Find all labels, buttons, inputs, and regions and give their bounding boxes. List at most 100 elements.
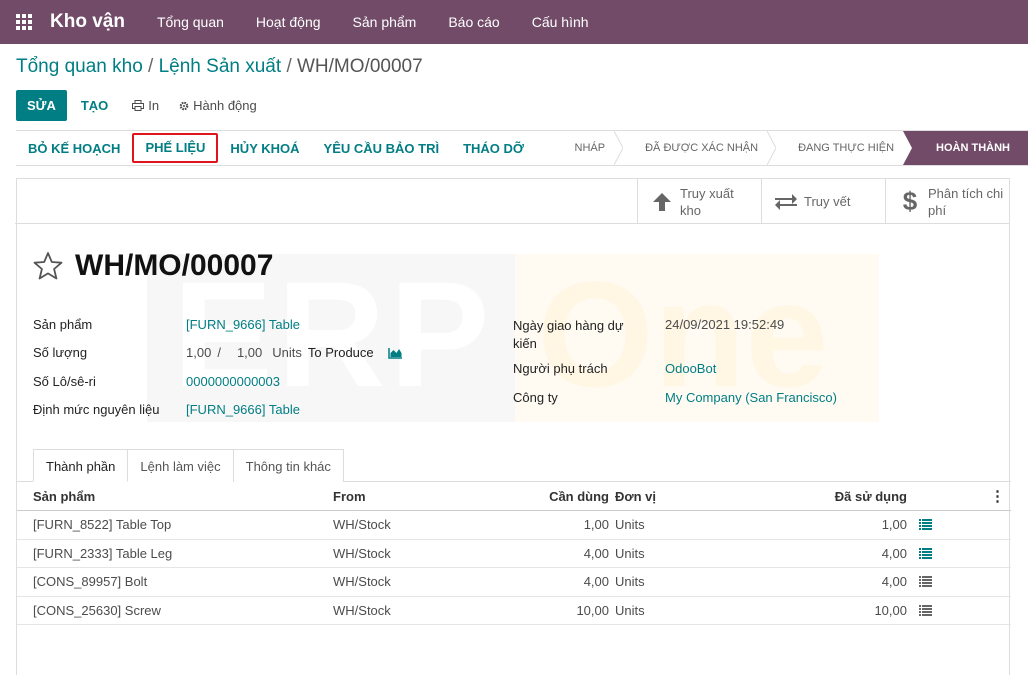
row-product: [FURN_2333] Table Leg [33,545,173,561]
scrap-button[interactable]: PHẾ LIỆU [132,133,219,163]
star-icon[interactable] [33,251,63,281]
row-product: [FURN_8522] Table Top [33,517,172,533]
print-label: In [148,98,160,113]
trace-button[interactable]: Truy vết [761,179,885,224]
table-row[interactable]: [FURN_8522] Table Top WH/Stock 1,00 Unit… [17,511,1011,540]
tab-other-info[interactable]: Thông tin khác [232,449,344,482]
dollar-icon: $ [902,186,918,216]
action-menu-button[interactable]: Hành động [169,90,267,121]
menu-overview[interactable]: Tổng quan [141,0,240,44]
product-label: Sản phẩm [33,317,93,332]
header-used[interactable]: Đã sử dụng [835,489,907,504]
table-row[interactable]: [FURN_2333] Table Leg WH/Stock 4,00 Unit… [17,540,1011,568]
lot-serial-label: Số Lô/sê-ri [33,374,96,389]
menu-products[interactable]: Sản phẩm [337,0,433,44]
exchange-icon [774,193,798,211]
bom-value[interactable]: [FURN_9666] Table [186,402,300,417]
app-brand[interactable]: Kho vận [50,11,125,33]
create-button[interactable]: TẠO [67,90,122,121]
detailed-operations-icon[interactable] [919,519,932,531]
deadline-label-line2: kiến [513,336,537,351]
row-unit: Units [615,574,645,590]
menu-configuration[interactable]: Cấu hình [516,0,605,44]
smart-button-box: Truy xuất kho Truy vết $ Phân tích chi p… [15,179,1009,224]
quantity-label: Số lượng [33,345,88,360]
tab-work-orders[interactable]: Lệnh làm việc [127,449,234,482]
traceability-report-button[interactable]: Truy xuất kho [637,179,761,224]
tab-components[interactable]: Thành phần [33,449,129,482]
print-button[interactable]: In [122,90,169,121]
cost-analysis-button[interactable]: $ Phân tích chi phí [885,179,1009,224]
row-product: [CONS_25630] Screw [33,602,161,618]
traceability-label: Truy xuất kho [680,185,734,219]
breadcrumb-manufacturing-orders[interactable]: Lệnh Sản xuất [159,56,282,77]
deadline-label-line1: Ngày giao hàng dự [513,318,624,333]
stage-done: HOÀN THÀNH [912,131,1028,165]
table-header-row: Sản phẩm From Cần dùng Đơn vị Đã sử dụng… [17,482,1011,511]
breadcrumb-separator: / [286,56,292,77]
detailed-operations-icon[interactable] [919,576,932,588]
header-product[interactable]: Sản phẩm [33,489,95,504]
qty-separator: / [217,345,221,360]
unbuild-button[interactable]: THÁO DỠ [451,133,536,163]
breadcrumb-current: WH/MO/00007 [297,56,423,77]
area-chart-icon[interactable] [387,347,403,359]
row-from: WH/Stock [333,602,391,618]
notebook-tabs: Thành phần Lệnh làm việc Thông tin khác [33,449,344,482]
header-need[interactable]: Cần dùng [549,489,609,504]
breadcrumb-overview[interactable]: Tổng quan kho [16,56,143,77]
stage-in-progress-label: ĐANG THỰC HIỆN [798,142,895,154]
breadcrumb-separator: / [148,56,154,77]
row-product: [CONS_89957] Bolt [33,574,148,590]
deadline-label: Ngày giao hàng dự kiến [513,317,624,353]
qty-done: 1,00 [186,345,212,360]
cost-analysis-label: Phân tích chi phí [928,185,1003,219]
arrow-up-icon [650,191,674,213]
stage-done-label: HOÀN THÀNH [936,142,1010,154]
detailed-operations-icon[interactable] [919,604,932,616]
company-label: Công ty [513,390,558,405]
table-row[interactable]: [CONS_25630] Screw WH/Stock 10,00 Units … [17,597,1011,625]
row-used: 10,00 [874,602,907,618]
form-sheet: Truy xuất kho Truy vết $ Phân tích chi p… [15,178,1011,675]
deadline-value: 24/09/2021 19:52:49 [665,317,785,332]
action-label: Hành động [193,98,257,113]
cost-label-line1: Phân tích chi [928,185,1004,201]
table-row[interactable]: [CONS_89957] Bolt WH/Stock 4,00 Units 4,… [17,568,1011,597]
stage-pipeline: NHÁP ĐÃ ĐƯỢC XÁC NHẬN ĐANG THỰC HIỆN HOÀ… [552,131,1028,165]
traceability-label-line1: Truy xuất [680,185,734,201]
unplan-button[interactable]: BỎ KẾ HOẠCH [16,133,132,163]
row-unit: Units [615,517,645,533]
responsible-value[interactable]: OdooBot [665,361,716,376]
bom-label: Định mức nguyên liệu [33,402,160,417]
print-icon [132,100,145,111]
column-options-icon[interactable]: ⋮ [990,487,1005,505]
detailed-operations-icon[interactable] [919,547,932,559]
row-from: WH/Stock [333,574,391,590]
responsible-label: Người phụ trách [513,361,608,376]
product-value[interactable]: [FURN_9666] Table [186,317,300,332]
row-used: 4,00 [881,574,907,590]
maintenance-request-button[interactable]: YÊU CẦU BẢO TRÌ [312,133,452,163]
row-unit: Units [615,602,645,618]
top-navbar: Kho vận Tổng quan Hoạt động Sản phẩm Báo… [0,0,1028,44]
apps-menu-icon[interactable] [0,0,48,44]
row-unit: Units [615,545,645,561]
row-need: 1,00 [583,517,609,533]
company-value[interactable]: My Company (San Francisco) [665,390,837,405]
header-unit[interactable]: Đơn vị [615,489,656,504]
menu-operations[interactable]: Hoạt động [240,0,337,44]
menu-reports[interactable]: Báo cáo [432,0,515,44]
gear-icon [179,101,189,110]
row-from: WH/Stock [333,545,391,561]
edit-button[interactable]: SỬA [16,90,67,121]
row-used: 4,00 [881,545,907,561]
unlock-button[interactable]: HỦY KHOÁ [218,133,311,163]
stage-confirmed-label: ĐÃ ĐƯỢC XÁC NHẬN [645,142,759,154]
row-from: WH/Stock [333,517,391,533]
lot-serial-value[interactable]: 0000000000003 [186,374,280,389]
record-title: WH/MO/00007 [75,249,274,282]
header-from[interactable]: From [333,489,366,504]
row-used: 1,00 [881,517,907,533]
stage-confirmed: ĐÃ ĐƯỢC XÁC NHẬN [623,131,777,165]
